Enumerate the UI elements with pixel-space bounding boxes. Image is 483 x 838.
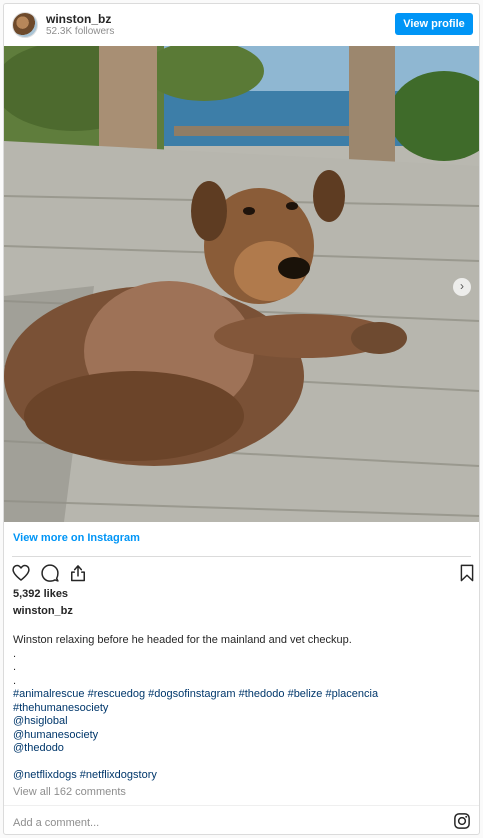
hashtag-line[interactable]: #animalrescue #rescuedog #dogsofinstagra… xyxy=(13,688,468,702)
post-header: winston_bz 52.3K followers View profile xyxy=(4,4,479,46)
bookmark-icon[interactable] xyxy=(459,563,475,583)
post-owner-username[interactable]: winston_bz xyxy=(13,605,73,617)
caption-line: Winston relaxing before he headed for th… xyxy=(13,634,352,646)
avatar[interactable] xyxy=(12,12,38,38)
header-username[interactable]: winston_bz xyxy=(46,12,111,26)
mention-link[interactable]: @thedodo xyxy=(13,742,468,756)
post-caption: Winston relaxing before he headed for th… xyxy=(13,634,468,783)
view-more-link[interactable]: View more on Instagram xyxy=(13,532,140,544)
share-icon[interactable] xyxy=(68,563,88,583)
instagram-embed-card: winston_bz 52.3K followers View profile xyxy=(3,3,480,835)
comment-icon[interactable] xyxy=(40,563,60,583)
divider xyxy=(4,805,479,806)
divider xyxy=(12,556,471,557)
action-bar xyxy=(11,563,475,585)
post-photo[interactable]: › xyxy=(4,46,479,522)
follower-count: 52.3K followers xyxy=(46,26,115,37)
mention-hashtag-line[interactable]: @netflixdogs #netflixdogstory xyxy=(13,769,468,783)
like-count[interactable]: 5,392 likes xyxy=(13,588,68,600)
instagram-icon[interactable] xyxy=(453,812,471,830)
add-comment-input[interactable]: Add a comment... xyxy=(13,817,99,829)
mention-link[interactable]: @hsiglobal xyxy=(13,715,468,729)
dog-photo-illustration xyxy=(4,46,479,522)
chevron-right-icon[interactable]: › xyxy=(453,278,471,296)
mention-link[interactable]: @humanesociety xyxy=(13,729,468,743)
heart-icon[interactable] xyxy=(11,563,31,583)
caption-line: . xyxy=(13,647,17,660)
caption-line: . xyxy=(13,661,17,673)
view-profile-button[interactable]: View profile xyxy=(395,13,473,35)
caption-line: . xyxy=(13,674,17,687)
hashtag-line[interactable]: #thehumanesociety xyxy=(13,702,468,716)
view-comments-link[interactable]: View all 162 comments xyxy=(13,786,126,798)
